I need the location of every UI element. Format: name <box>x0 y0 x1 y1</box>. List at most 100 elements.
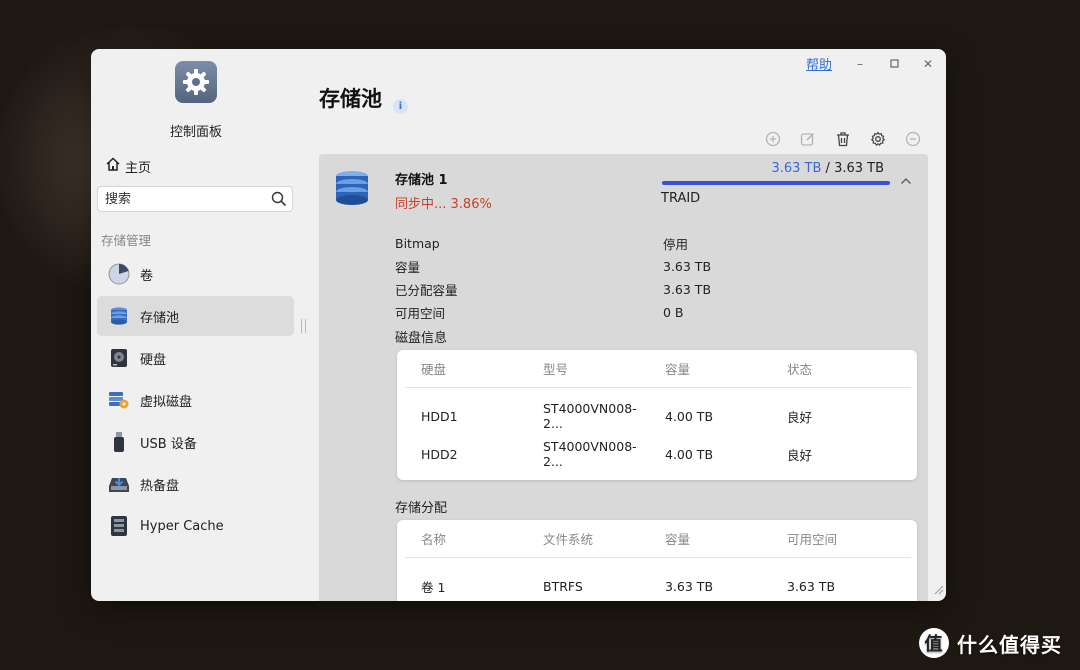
watermark: 值 什么值得买 <box>919 628 1062 658</box>
disk-table: 硬盘 型号 容量 状态 HDD1 ST4000VN008-2... 4.00 T… <box>405 350 911 473</box>
raid-type: TRAID <box>661 191 701 206</box>
sidebar-resize-handle[interactable] <box>301 319 306 333</box>
table-cell: 3.63 TB <box>787 578 836 594</box>
pool-capacity-text: 3.63 TB / 3.63 TB <box>771 161 884 176</box>
sidebar-item-label: 硬盘 <box>140 352 167 368</box>
sidebar-item-label: USB 设备 <box>140 436 197 452</box>
capacity-separator: / <box>821 161 835 176</box>
capacity-total: 3.63 TB <box>834 161 884 176</box>
usb-icon <box>108 431 130 453</box>
info-icon[interactable]: i <box>393 99 408 114</box>
table-cell: HDD2 <box>421 446 458 462</box>
column-header: 容量 <box>649 520 771 558</box>
allocation-table: 名称 文件系统 容量 可用空间 卷 1 BTRFS 3.63 TB 3.63 T… <box>405 520 911 601</box>
home-label: 主页 <box>125 160 152 176</box>
property-row: Bitmap 停用 <box>395 232 915 255</box>
table-cell: HDD1 <box>421 408 458 424</box>
column-header: 可用空间 <box>771 520 911 558</box>
property-value: 停用 <box>663 237 689 252</box>
table-header-row: 硬盘 型号 容量 状态 <box>405 350 911 388</box>
column-header: 容量 <box>649 350 771 388</box>
sidebar-item-storage-pool[interactable]: 存储池 <box>97 296 294 336</box>
table-cell: 良好 <box>787 409 813 425</box>
disk-info-title: 磁盘信息 <box>395 331 448 346</box>
table-cell: 4.00 TB <box>665 408 714 424</box>
allocation-card: 名称 文件系统 容量 可用空间 卷 1 BTRFS 3.63 TB 3.63 T… <box>397 520 917 601</box>
app-title: 控制面板 <box>169 125 222 140</box>
disk-info-card: 硬盘 型号 容量 状态 HDD1 ST4000VN008-2... 4.00 T… <box>397 350 917 480</box>
property-value: 3.63 TB <box>663 259 712 274</box>
table-cell: 3.63 TB <box>665 578 714 594</box>
home-icon <box>105 156 121 176</box>
sidebar-item-hot-spare[interactable]: 热备盘 <box>97 464 294 504</box>
search-icon[interactable] <box>271 191 287 211</box>
edit-icon[interactable] <box>799 130 817 148</box>
table-cell: 良好 <box>787 447 813 463</box>
gear-icon <box>175 61 217 103</box>
sidebar-item-label: 虚拟磁盘 <box>140 394 193 410</box>
settings-icon[interactable] <box>869 130 887 148</box>
property-key: Bitmap <box>395 236 440 251</box>
window-resize-handle[interactable] <box>932 580 944 599</box>
sidebar-item-volume[interactable]: 卷 <box>97 254 294 294</box>
toolbar <box>764 130 922 148</box>
table-cell: 4.00 TB <box>665 446 714 462</box>
column-header: 名称 <box>405 520 527 558</box>
sidebar-item-virtual-disk[interactable]: 虚拟磁盘 <box>97 380 294 420</box>
column-header: 型号 <box>527 350 649 388</box>
table-row[interactable]: HDD2 ST4000VN008-2... 4.00 TB 良好 <box>405 435 911 473</box>
control-panel-window: 帮助 – ✕ 控制面板 主页 搜索 存储管理 卷 存储池 硬盘 虚拟磁盘 USB… <box>91 49 946 601</box>
table-cell: ST4000VN008-2... <box>543 401 637 431</box>
sidebar-item-hyper-cache[interactable]: Hyper Cache <box>97 506 294 546</box>
property-row: 可用空间 0 B <box>395 301 915 324</box>
add-icon[interactable] <box>764 130 782 148</box>
property-key: 可用空间 <box>395 306 446 321</box>
hot-spare-icon <box>108 473 130 495</box>
table-cell: ST4000VN008-2... <box>543 439 637 469</box>
sidebar-item-hdd[interactable]: 硬盘 <box>97 338 294 378</box>
page-title: 存储池 <box>319 87 382 111</box>
sidebar: 控制面板 主页 存储管理 卷 <box>91 49 306 601</box>
sidebar-nav: 卷 存储池 硬盘 虚拟磁盘 USB 设备 热备盘 Hyper Cache <box>97 254 294 548</box>
virtual-disk-icon <box>108 389 130 411</box>
table-row[interactable]: 卷 1 BTRFS 3.63 TB 3.63 TB <box>405 558 911 602</box>
property-value: 0 B <box>663 305 684 320</box>
capacity-bar <box>662 181 890 185</box>
sidebar-item-usb[interactable]: USB 设备 <box>97 422 294 462</box>
table-cell: BTRFS <box>543 578 583 594</box>
watermark-text: 什么值得买 <box>957 632 1062 657</box>
watermark-logo: 值 <box>919 628 949 658</box>
table-row[interactable]: HDD1 ST4000VN008-2... 4.00 TB 良好 <box>405 388 911 436</box>
sidebar-item-label: 存储池 <box>140 310 180 326</box>
cache-icon <box>108 515 130 537</box>
chevron-up-icon[interactable] <box>900 170 912 189</box>
database-icon <box>334 170 370 212</box>
home-link[interactable]: 主页 <box>105 156 151 176</box>
table-header-row: 名称 文件系统 容量 可用空间 <box>405 520 911 558</box>
hdd-icon <box>108 347 130 369</box>
column-header: 文件系统 <box>527 520 649 558</box>
property-row: 容量 3.63 TB <box>395 255 915 278</box>
delete-icon[interactable] <box>834 130 852 148</box>
column-header: 硬盘 <box>405 350 527 388</box>
database-icon <box>108 305 130 327</box>
sidebar-item-label: 热备盘 <box>140 478 180 494</box>
table-cell: 卷 1 <box>421 579 446 595</box>
storage-pool-panel[interactable]: 存储池 1 同步中... 3.86% 3.63 TB / 3.63 TB TRA… <box>319 154 928 601</box>
property-row: 已分配容量 3.63 TB <box>395 278 915 301</box>
pool-properties: Bitmap 停用 容量 3.63 TB 已分配容量 3.63 TB 可用空间 … <box>395 232 915 324</box>
property-key: 容量 <box>395 260 421 275</box>
property-value: 3.63 TB <box>663 282 712 297</box>
pool-sync-status: 同步中... 3.86% <box>395 197 492 212</box>
search-box <box>97 186 293 212</box>
sidebar-item-label: 卷 <box>140 268 154 284</box>
main-content: 存储池 i 存储池 1 同步中... 3.86% 3.63 TB / 3.63 … <box>319 49 946 601</box>
pie-icon <box>108 263 130 285</box>
pool-name: 存储池 1 <box>395 173 448 188</box>
search-input[interactable] <box>98 187 265 211</box>
remove-icon[interactable] <box>904 130 922 148</box>
sidebar-item-label: Hyper Cache <box>140 518 224 534</box>
property-key: 已分配容量 <box>395 283 458 298</box>
allocation-title: 存储分配 <box>395 501 448 516</box>
section-label-storage: 存储管理 <box>101 233 152 248</box>
